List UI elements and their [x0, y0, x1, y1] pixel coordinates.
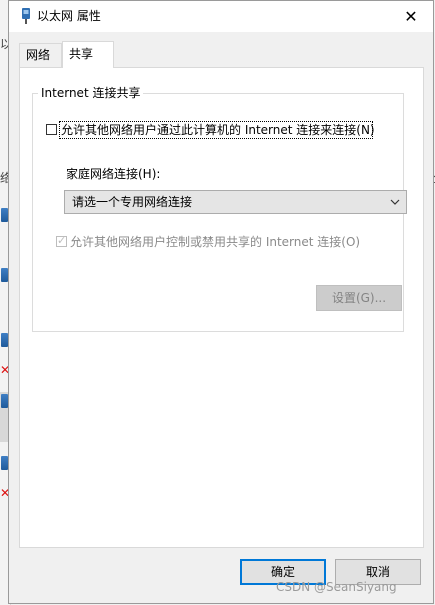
home-network-label: 家庭网络连接(H):	[66, 167, 161, 181]
network-adapter-icon	[1, 394, 8, 408]
dialog-title: 以太网 属性	[37, 9, 101, 23]
allow-control-label: 允许其他网络用户控制或禁用共享的 Internet 连接(O)	[70, 235, 361, 249]
tab-network[interactable]: 网络	[19, 43, 62, 67]
allow-share-checkbox[interactable]	[46, 124, 57, 135]
tab-sharing[interactable]: 共享	[62, 41, 114, 68]
network-adapter-icon	[1, 333, 8, 347]
title-bar: 以太网 属性 ✕	[9, 1, 433, 32]
allow-control-checkbox[interactable]: ✓	[56, 234, 67, 247]
close-button[interactable]: ✕	[389, 1, 433, 32]
watermark: CSDN @SeanSiyang	[276, 580, 397, 594]
network-adapter-icon	[22, 8, 30, 24]
home-network-select[interactable]: 请选一个专用网络连接	[64, 190, 407, 214]
network-adapter-icon	[1, 456, 8, 470]
properties-dialog: 以太网 属性 ✕ 网络 共享 Internet 连接共享 允许其他网络用户通过此…	[8, 0, 434, 604]
group-title: Internet 连接共享	[38, 85, 144, 101]
sharing-tab-page: Internet 连接共享 允许其他网络用户通过此计算机的 Internet 连…	[19, 67, 424, 548]
settings-button[interactable]: 设置(G)...	[316, 285, 402, 311]
close-icon: ✕	[404, 7, 418, 26]
allow-share-label[interactable]: 允许其他网络用户通过此计算机的 Internet 连接来连接(N)	[61, 122, 375, 138]
network-adapter-icon	[1, 268, 8, 282]
chevron-down-icon	[390, 199, 400, 205]
screen: ✕ ✕ 以 络 ɔ 全 以太网 属性 ✕ 网络 共享 Internet 连接共享	[0, 0, 435, 605]
checkmark-icon: ✓	[57, 234, 67, 247]
home-network-select-value: 请选一个专用网络连接	[72, 195, 193, 209]
network-adapter-icon	[1, 208, 8, 222]
